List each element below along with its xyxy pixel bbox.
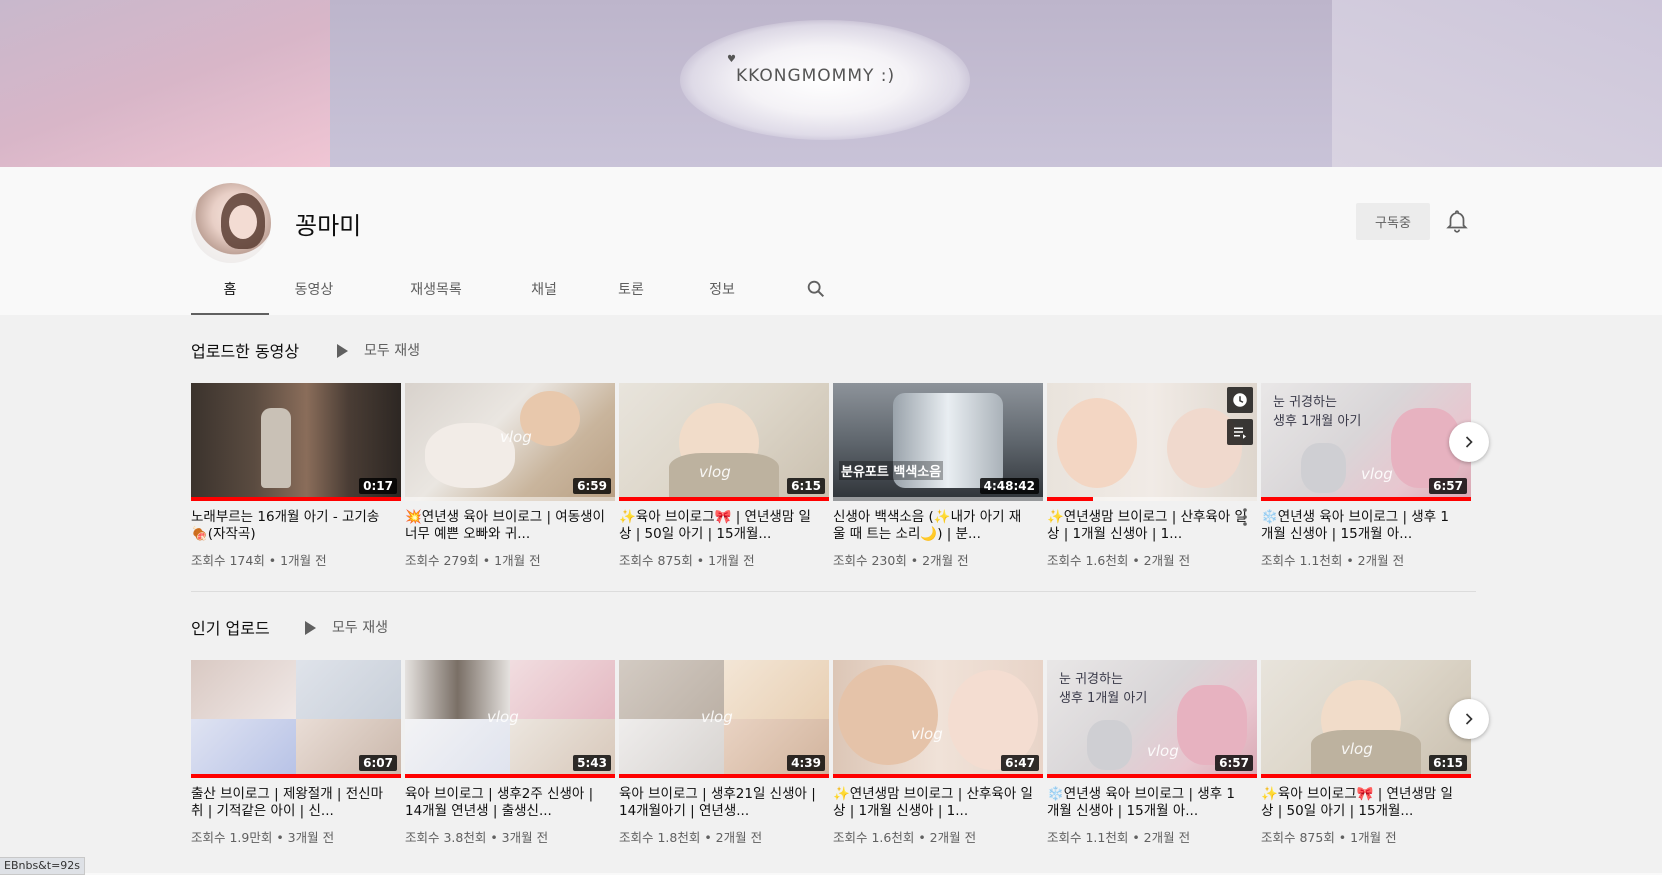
video-thumbnail[interactable]: vlog 6:15 xyxy=(1261,660,1471,778)
video-duration: 4:48:42 xyxy=(979,478,1039,494)
video-meta: 조회수 1.6천회 • 2개월 전 xyxy=(833,830,977,845)
video-title[interactable]: 💥연년생 육아 브이로그 | 여동생이 너무 예쁜 오빠와 귀... xyxy=(405,509,605,543)
video-thumbnail[interactable]: 분유포트 백색소음 4:48:42 xyxy=(833,383,1043,501)
video-duration: 6:57 xyxy=(1215,755,1253,771)
chevron-right-icon xyxy=(1465,713,1473,725)
video-meta: 조회수 279회 • 1개월 전 xyxy=(405,553,541,568)
video-duration: 6:15 xyxy=(1429,755,1467,771)
add-to-queue-icon[interactable] xyxy=(1227,419,1253,445)
video-meta: 조회수 875회 • 1개월 전 xyxy=(1261,830,1397,845)
tab-playlists[interactable]: 재생목록 xyxy=(401,270,471,315)
video-shelf-popular: 6:07 출산 브이로그 | 제왕절개 | 전신마취 | 기적같은 아이 | 신… xyxy=(191,660,1476,850)
video-duration: 0:17 xyxy=(359,478,397,494)
video-thumbnail[interactable]: vlog 6:15 xyxy=(619,383,829,501)
video-shelf-uploads: 0:17 노래부르는 16개월 아기 - 고기송🍖(자작곡) 조회수 174회 … xyxy=(191,383,1476,573)
heart-icon: ♥ xyxy=(727,54,736,65)
video-title[interactable]: 출산 브이로그 | 제왕절개 | 전신마취 | 기적같은 아이 | 신... xyxy=(191,786,391,820)
video-meta: 조회수 1.1천회 • 2개월 전 xyxy=(1047,830,1191,845)
banner-panel-right xyxy=(1332,0,1662,167)
watch-progress-bar xyxy=(191,774,401,778)
watch-progress-bar xyxy=(1047,774,1257,778)
banner-logo-text: KKONGMOMMY :) xyxy=(736,66,896,86)
banner-panel-left xyxy=(0,0,330,167)
watch-progress-bar xyxy=(833,774,1043,778)
play-icon xyxy=(305,621,316,635)
video-meta: 조회수 1.8천회 • 2개월 전 xyxy=(619,830,763,845)
tab-videos[interactable]: 동영상 xyxy=(284,270,344,315)
section-title-popular[interactable]: 인기 업로드 xyxy=(191,615,270,639)
video-meta: 조회수 1.6천회 • 2개월 전 xyxy=(1047,553,1191,568)
watch-progress-bar xyxy=(1261,497,1471,501)
video-title[interactable]: ✨육아 브이로그🎀 | 연년생맘 일상 | 50일 아기 | 15개월... xyxy=(1261,786,1461,820)
video-duration: 6:15 xyxy=(787,478,825,494)
video-duration: 6:57 xyxy=(1429,478,1467,494)
channel-banner: ♥ KKONGMOMMY :) xyxy=(0,0,1662,167)
shelf-next-button[interactable] xyxy=(1449,699,1489,739)
video-title[interactable]: ✨육아 브이로그🎀 | 연년생맘 일상 | 50일 아기 | 15개월... xyxy=(619,509,819,543)
video-thumbnail[interactable] xyxy=(1047,383,1257,501)
video-thumbnail[interactable]: vlog 5:43 xyxy=(405,660,615,778)
tab-about[interactable]: 정보 xyxy=(697,270,747,315)
video-title[interactable]: 신생아 백색소음 (✨내가 아기 재울 때 트는 소리🌙) | 분... xyxy=(833,509,1033,543)
video-thumbnail[interactable]: 눈 귀경하는 생후 1개월 아기 vlog 6:57 xyxy=(1261,383,1471,501)
video-meta: 조회수 1.1천회 • 2개월 전 xyxy=(1261,553,1405,568)
watch-later-icon[interactable] xyxy=(1227,387,1253,413)
browser-status-url: EBnbs&t=92s xyxy=(0,857,86,875)
subscribe-button[interactable]: 구독중 xyxy=(1356,203,1430,240)
play-all-button[interactable]: 모두 재생 xyxy=(337,340,420,360)
video-title[interactable]: ❄️연년생 육아 브이로그 | 생후 1개월 신생아 | 15개월 아... xyxy=(1047,786,1247,820)
more-options-icon[interactable] xyxy=(1243,508,1247,526)
video-thumbnail[interactable]: vlog 4:39 xyxy=(619,660,829,778)
channel-avatar[interactable] xyxy=(191,183,271,263)
play-all-button[interactable]: 모두 재생 xyxy=(305,617,388,637)
video-thumbnail[interactable]: 0:17 xyxy=(191,383,401,501)
video-duration: 6:47 xyxy=(1001,755,1039,771)
watch-progress-bar xyxy=(191,497,401,501)
notification-bell-icon[interactable] xyxy=(1444,208,1470,234)
video-duration: 5:43 xyxy=(573,755,611,771)
video-meta: 조회수 1.9만회 • 3개월 전 xyxy=(191,830,335,845)
video-thumbnail[interactable]: vlog 6:59 xyxy=(405,383,615,501)
section-divider xyxy=(191,591,1476,592)
tab-home[interactable]: 홈 xyxy=(191,270,269,316)
video-thumbnail[interactable]: vlog 6:47 xyxy=(833,660,1043,778)
video-meta: 조회수 875회 • 1개월 전 xyxy=(619,553,755,568)
video-thumbnail[interactable]: 눈 귀경하는 생후 1개월 아기 vlog 6:57 xyxy=(1047,660,1257,778)
shelf-next-button[interactable] xyxy=(1449,422,1489,462)
video-title[interactable]: 육아 브이로그 | 생후2주 신생아 | 14개월 연년생 | 출생신... xyxy=(405,786,605,820)
video-meta: 조회수 174회 • 1개월 전 xyxy=(191,553,327,568)
video-thumbnail[interactable]: 6:07 xyxy=(191,660,401,778)
video-duration: 6:59 xyxy=(573,478,611,494)
video-duration: 4:39 xyxy=(787,755,825,771)
search-icon[interactable] xyxy=(805,278,827,300)
chevron-right-icon xyxy=(1465,436,1473,448)
play-icon xyxy=(337,344,348,358)
video-duration: 6:07 xyxy=(359,755,397,771)
video-meta: 조회수 3.8천회 • 3개월 전 xyxy=(405,830,549,845)
section-title-uploads[interactable]: 업로드한 동영상 xyxy=(191,338,299,362)
video-title[interactable]: ✨연년생맘 브이로그 | 산후육아 일상 | 1개월 신생아 | 1... xyxy=(1047,509,1247,543)
video-title[interactable]: ❄️연년생 육아 브이로그 | 생후 1개월 신생아 | 15개월 아... xyxy=(1261,509,1461,543)
tab-discussion[interactable]: 토론 xyxy=(606,270,656,315)
video-title[interactable]: 노래부르는 16개월 아기 - 고기송🍖(자작곡) xyxy=(191,509,391,543)
video-title[interactable]: 육아 브이로그 | 생후21일 신생아 | 14개월아기 | 연년생... xyxy=(619,786,819,820)
watch-progress-bar xyxy=(1261,774,1471,778)
watch-progress-bar xyxy=(1047,497,1093,501)
watch-progress-bar xyxy=(619,774,829,778)
watch-progress-bar xyxy=(619,497,829,501)
tab-channels[interactable]: 채널 xyxy=(514,270,574,315)
watch-progress-bar xyxy=(405,774,615,778)
video-title[interactable]: ✨연년생맘 브이로그 | 산후육아 일상 | 1개월 신생아 | 1... xyxy=(833,786,1033,820)
channel-name: 꽁마미 xyxy=(295,212,362,240)
video-meta: 조회수 230회 • 2개월 전 xyxy=(833,553,969,568)
